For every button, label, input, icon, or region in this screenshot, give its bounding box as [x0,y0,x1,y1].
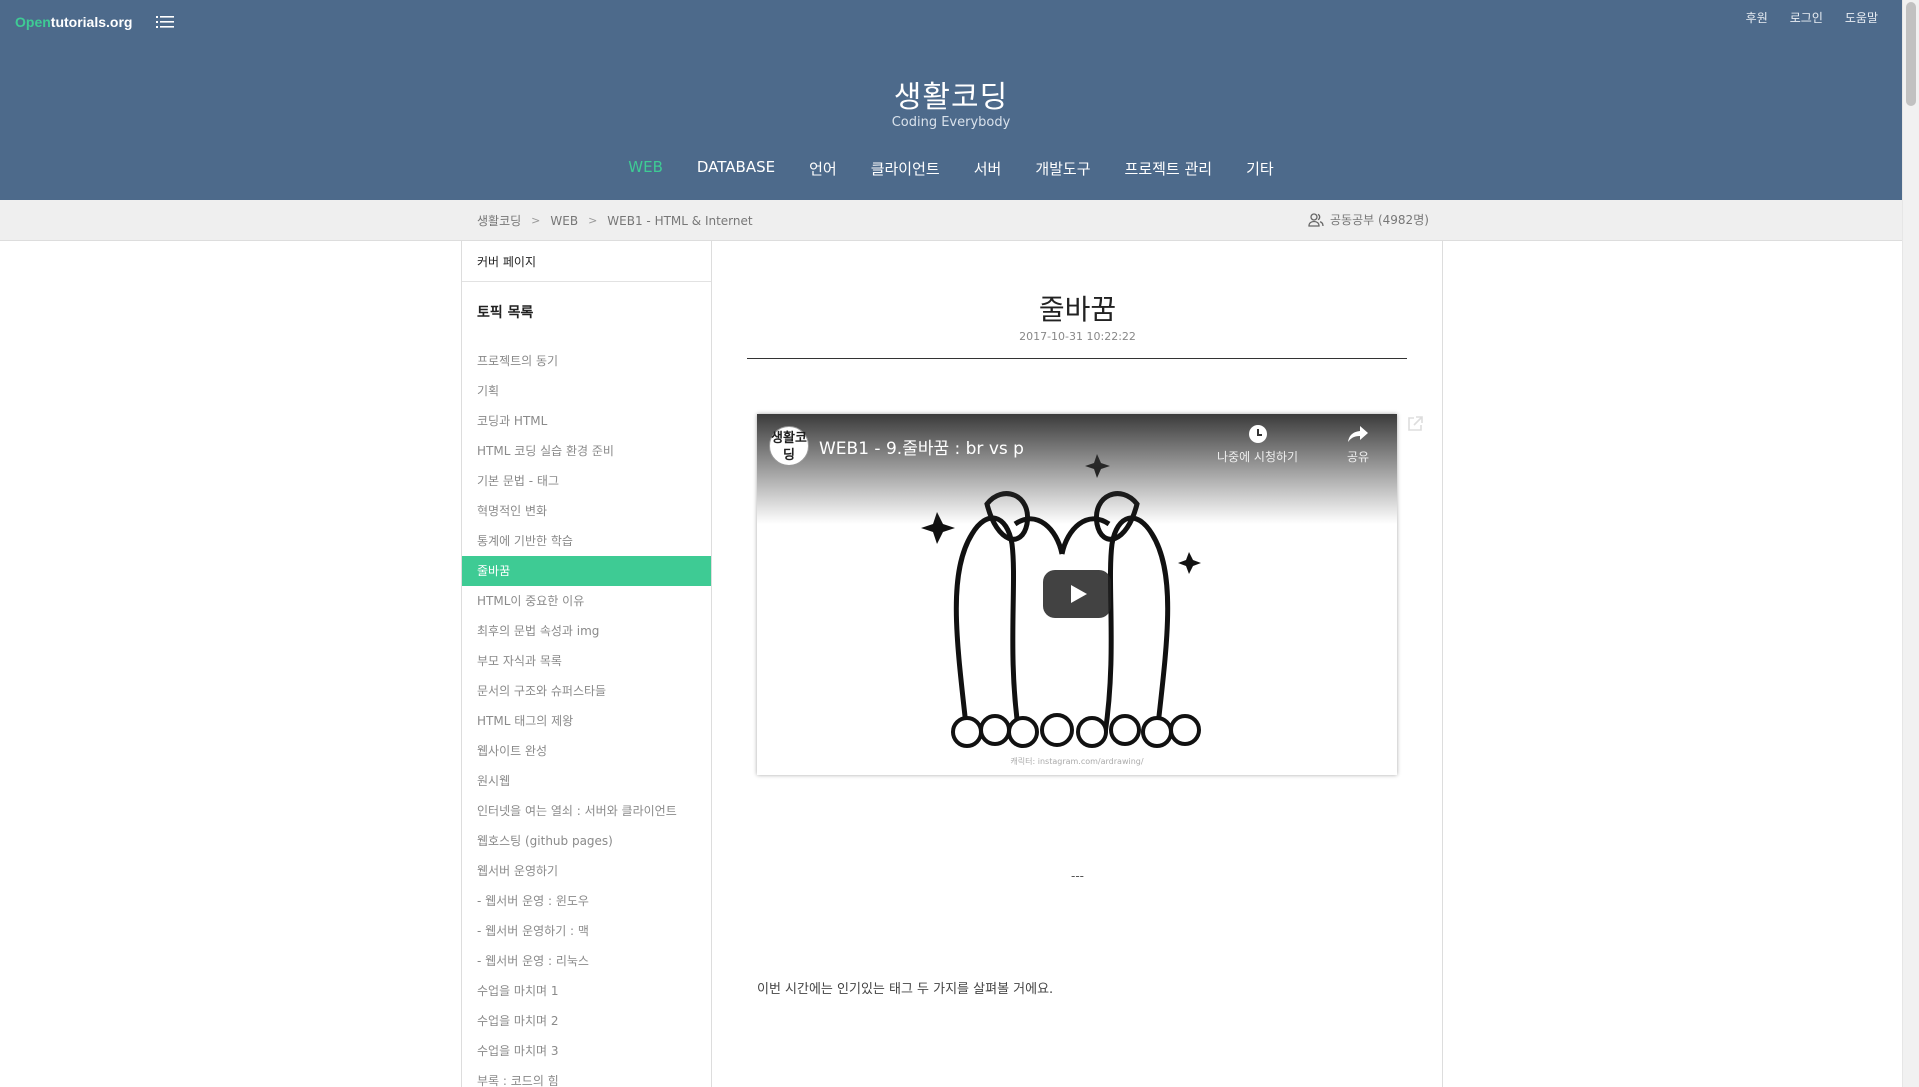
sidebar-topic-item[interactable]: 통계에 기반한 학습 [462,526,711,556]
sidebar-topic-item[interactable]: 수업을 마치며 1 [462,976,711,1006]
article: 줄바꿈 2017-10-31 10:22:22 생활코딩 WEB1 - 9.줄바… [712,241,1443,1087]
site-title[interactable]: 생활코딩 [0,72,1902,116]
sidebar-topic-item[interactable]: 프로젝트의 동기 [462,346,711,376]
topic-list: 프로젝트의 동기 기획 코딩과 HTML HTML 코딩 실습 환경 준비 기본 문법 … [462,346,711,1087]
sidebar-topic-item[interactable]: 수업을 마치며 3 [462,1036,711,1066]
share-button[interactable]: 공유 [1347,424,1369,465]
illustration-credit: 캐릭터: instagram.com/ardrawing/ [1010,757,1144,766]
watch-later-label: 나중에 시청하기 [1217,450,1299,464]
sidebar: 커버 페이지 토픽 목록 프로젝트의 동기 기획 코딩과 HTML HTML 코딩 실… [461,241,712,1087]
logo-rest-text: tutorials.org [50,14,133,30]
nav-client[interactable]: 클라이언트 [871,158,940,179]
article-date: 2017-10-31 10:22:22 [1019,330,1136,343]
sidebar-topic-item[interactable]: 웹호스팅 (github pages) [462,826,711,856]
article-title: 줄바꿈 [1038,293,1117,326]
play-button[interactable] [1043,570,1111,618]
scrollbar-thumb[interactable] [1906,2,1916,106]
nav-server[interactable]: 서버 [974,158,1002,179]
sponsor-link[interactable]: 후원 [1746,9,1768,26]
video-top-gradient [757,414,1397,524]
page: Opentutorials.org 후원 로그인 도움말 생활코딩 Coding… [0,0,1902,1087]
breadcrumb-separator: > [588,214,598,227]
sidebar-topic-item[interactable]: 문서의 구조와 슈퍼스타들 [462,676,711,706]
sidebar-topic-item[interactable]: 코딩과 HTML [462,406,711,436]
sidebar-topic-item[interactable]: 혁명적인 변화 [462,496,711,526]
sidebar-topic-item[interactable]: 기본 문법 - 태그 [462,466,711,496]
sidebar-topic-item[interactable]: 줄바꿈 [462,556,711,586]
sidebar-topic-item[interactable]: 기획 [462,376,711,406]
sidebar-topic-item[interactable]: 수업을 마치며 2 [462,1006,711,1036]
article-paragraph: 이번 시간에는 인기있는 태그 두 가지를 살펴볼 거에요. [757,982,1054,997]
share-icon [1348,426,1369,442]
sidebar-topic-item[interactable]: - 웹서버 운영 : 윈도우 [462,886,711,916]
topic-list-heading: 토픽 목록 [477,305,534,321]
sidebar-topic-item[interactable]: HTML이 중요한 이유 [462,586,711,616]
nav-database[interactable]: DATABASE [697,158,775,179]
users-icon [1308,212,1324,227]
sidebar-topic-item[interactable]: 인터넷을 여는 열쇠 : 서버와 클라이언트 [462,796,711,826]
study-group-link[interactable]: 공동공부 (4982명) [1308,211,1429,228]
top-links: 후원 로그인 도움말 [1724,9,1878,26]
sidebar-topic-item[interactable]: 원시웹 [462,766,711,796]
cover-page-link[interactable]: 커버 페이지 [462,241,711,282]
breadcrumb-item-home[interactable]: 생활코딩 [477,212,521,229]
site-logo[interactable]: Opentutorials.org [15,14,132,30]
sidebar-topic-item[interactable]: 웹서버 운영하기 [462,856,711,886]
sidebar-topic-item[interactable]: 부모 자식과 목록 [462,646,711,676]
menu-list-icon[interactable] [156,14,174,30]
nav-project-management[interactable]: 프로젝트 관리 [1125,158,1213,179]
site-subtitle: Coding Everybody [891,115,1011,130]
nav-devtools[interactable]: 개발도구 [1035,158,1090,179]
youtube-video-player[interactable]: 생활코딩 WEB1 - 9.줄바꿈 : br vs p 나중에 시청하기 공유 … [757,414,1397,775]
sidebar-topic-item[interactable]: 부록 : 코드의 힘 [462,1066,711,1087]
nav-language[interactable]: 언어 [809,158,837,179]
breadcrumb-separator: > [531,214,541,227]
site-header: Opentutorials.org 후원 로그인 도움말 생활코딩 Coding… [0,0,1902,200]
share-label: 공유 [1347,450,1370,464]
page-scrollbar[interactable] [1902,0,1919,1087]
breadcrumb-bar: 생활코딩 > WEB > WEB1 - HTML & Internet 공동공부… [0,200,1902,241]
login-link[interactable]: 로그인 [1790,9,1823,26]
sidebar-topic-item[interactable]: - 웹서버 운영 : 리눅스 [462,946,711,976]
channel-avatar[interactable]: 생활코딩 [769,426,809,466]
video-title[interactable]: WEB1 - 9.줄바꿈 : br vs p [819,434,1024,459]
help-link[interactable]: 도움말 [1845,9,1878,26]
clock-icon [1248,425,1267,443]
breadcrumb-item-course[interactable]: WEB1 - HTML & Internet [607,214,752,228]
breadcrumb: 생활코딩 > WEB > WEB1 - HTML & Internet [477,212,753,229]
study-group-label: 공동공부 (4982명) [1330,213,1429,227]
nav-web[interactable]: WEB [628,158,663,179]
sidebar-topic-item[interactable]: HTML 태그의 제왕 [462,706,711,736]
watch-later-button[interactable]: 나중에 시청하기 [1217,424,1298,465]
sidebar-topic-item[interactable]: HTML 코딩 실습 환경 준비 [462,436,711,466]
nav-etc[interactable]: 기타 [1246,158,1274,179]
sidebar-topic-item[interactable]: 최후의 문법 속성과 img [462,616,711,646]
logo-open-text: Open [15,14,51,30]
title-divider [747,358,1407,359]
breadcrumb-item-web[interactable]: WEB [550,214,578,228]
content-separator: --- [1071,869,1084,883]
sidebar-topic-item[interactable]: 웹사이트 완성 [462,736,711,766]
sidebar-topic-item[interactable]: - 웹서버 운영하기 : 맥 [462,916,711,946]
external-link-icon[interactable] [1406,415,1424,433]
main-nav: WEB DATABASE 언어 클라이언트 서버 개발도구 프로젝트 관리 기타 [0,158,1902,179]
